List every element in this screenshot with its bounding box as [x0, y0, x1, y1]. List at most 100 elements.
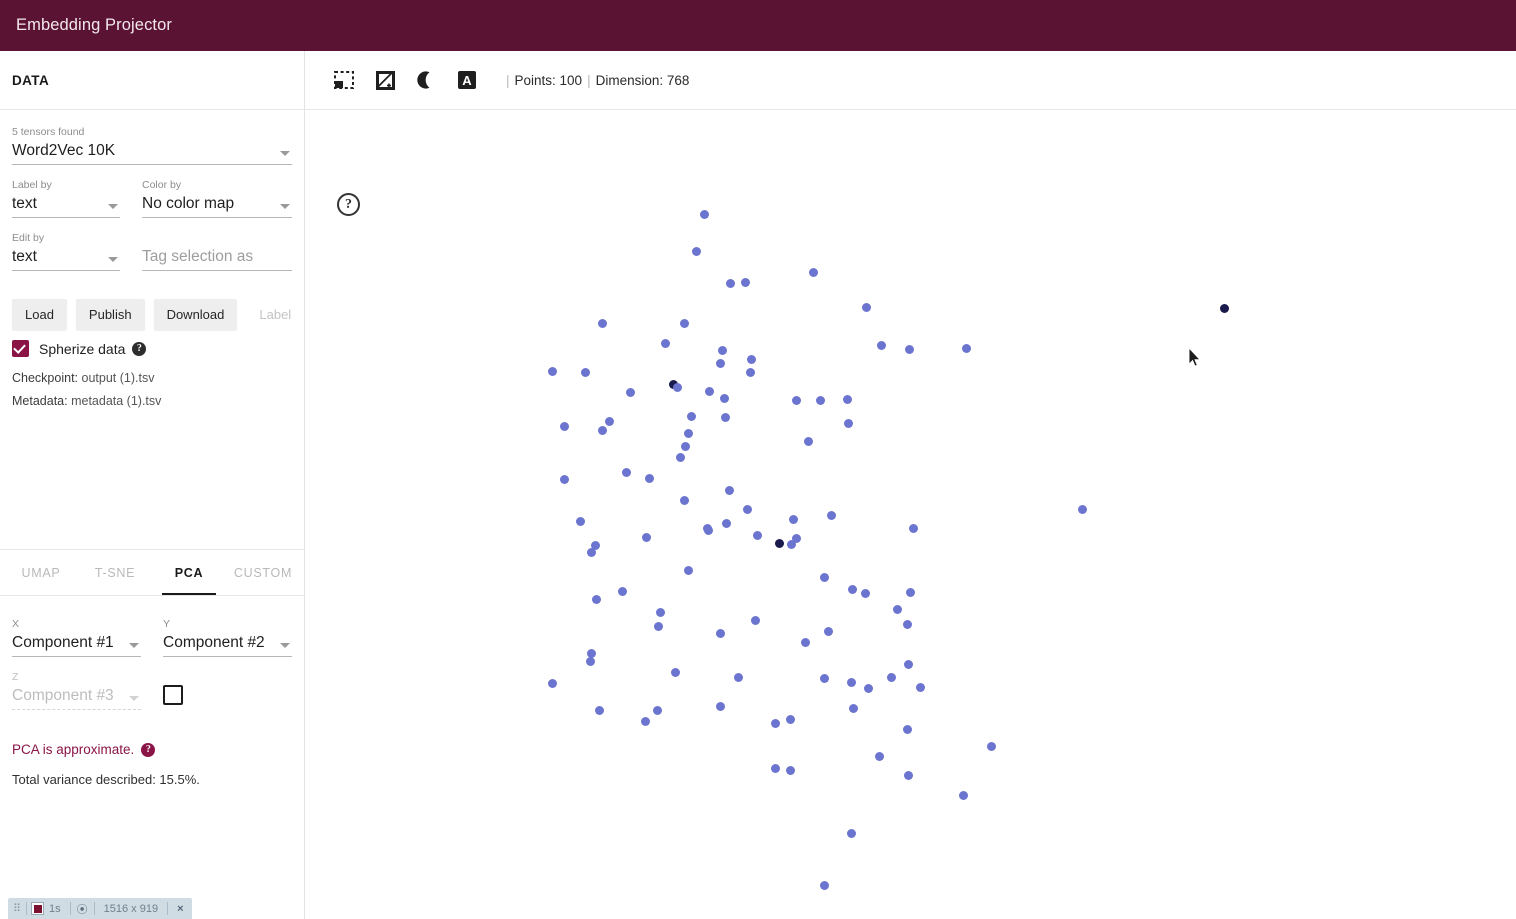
scatter-point[interactable]: [715, 628, 725, 638]
scatter-point[interactable]: [733, 672, 743, 682]
scatter-point[interactable]: [717, 345, 727, 355]
scatter-point[interactable]: [604, 416, 614, 426]
scatter-point[interactable]: [699, 209, 709, 219]
tag-selection-input[interactable]: Tag selection as: [142, 246, 292, 271]
scatter-point[interactable]: [770, 718, 780, 728]
scatter-point[interactable]: [719, 393, 729, 403]
scatter-point[interactable]: [861, 302, 871, 312]
scatter-point[interactable]: [585, 656, 595, 666]
scatter-point[interactable]: [679, 318, 689, 328]
scatter-point[interactable]: [808, 267, 818, 277]
scatter-point[interactable]: [903, 770, 913, 780]
close-icon[interactable]: ×: [172, 903, 188, 915]
pca-z-checkbox[interactable]: [163, 685, 183, 705]
scatter-point[interactable]: [785, 714, 795, 724]
scatter-point[interactable]: [644, 473, 654, 483]
scatter-point[interactable]: [672, 382, 682, 392]
scatter-point[interactable]: [846, 677, 856, 687]
scatter-point[interactable]: [591, 594, 601, 604]
scatter-point[interactable]: [803, 436, 813, 446]
scatter-point[interactable]: [1077, 504, 1087, 514]
scatter-canvas[interactable]: ?: [305, 110, 1516, 919]
scatter-point[interactable]: [641, 532, 651, 542]
scatter-point[interactable]: [843, 418, 853, 428]
scatter-point[interactable]: [848, 703, 858, 713]
scatter-point[interactable]: [904, 344, 914, 354]
scatter-point[interactable]: [559, 474, 569, 484]
scatter-point[interactable]: [715, 701, 725, 711]
scatter-point[interactable]: [902, 619, 912, 629]
scatter-point[interactable]: [819, 673, 829, 683]
scatter-point[interactable]: [640, 716, 650, 726]
scatter-point[interactable]: [625, 387, 635, 397]
scatter-point[interactable]: [846, 828, 856, 838]
stop-record-icon[interactable]: [31, 902, 44, 915]
scatter-point[interactable]: [788, 514, 798, 524]
scatter-point[interactable]: [580, 367, 590, 377]
scatter-point[interactable]: [961, 343, 971, 353]
scatter-point[interactable]: [770, 763, 780, 773]
scatter-point[interactable]: [704, 386, 714, 396]
scatter-point[interactable]: [655, 607, 665, 617]
scatter-point[interactable]: [683, 565, 693, 575]
scatter-point[interactable]: [621, 467, 631, 477]
edit-by-select[interactable]: text: [12, 246, 120, 271]
tab-umap[interactable]: UMAP: [4, 550, 78, 595]
scatter-point[interactable]: [680, 441, 690, 451]
scatter-point[interactable]: [597, 318, 607, 328]
scatter-point[interactable]: [617, 586, 627, 596]
scatter-point[interactable]: [745, 367, 755, 377]
scatter-point[interactable]: [800, 637, 810, 647]
scatter-point[interactable]: [653, 621, 663, 631]
scatter-point[interactable]: [586, 547, 596, 557]
tab-tsne[interactable]: T-SNE: [78, 550, 152, 595]
pca-y-select[interactable]: Component #2: [163, 632, 292, 657]
scatter-point[interactable]: [683, 428, 693, 438]
scatter-point[interactable]: [721, 518, 731, 528]
scatter-point[interactable]: [746, 354, 756, 364]
scatter-point[interactable]: [597, 425, 607, 435]
pca-x-select[interactable]: Component #1: [12, 632, 141, 657]
brightness-tool[interactable]: [370, 66, 400, 94]
scatter-point[interactable]: [847, 584, 857, 594]
scatter-point[interactable]: [691, 246, 701, 256]
scatter-point[interactable]: [724, 485, 734, 495]
scatter-point[interactable]: [575, 516, 585, 526]
scatter-point[interactable]: [774, 538, 784, 548]
scatter-point[interactable]: [703, 525, 713, 535]
scatter-point[interactable]: [660, 338, 670, 348]
help-icon[interactable]: ?: [141, 742, 156, 757]
scatter-point[interactable]: [842, 394, 852, 404]
scatter-point[interactable]: [892, 604, 902, 614]
scatter-point[interactable]: [742, 504, 752, 514]
scatter-point[interactable]: [670, 667, 680, 677]
scatter-point[interactable]: [863, 683, 873, 693]
scatter-point[interactable]: [559, 421, 569, 431]
scatter-point[interactable]: [785, 765, 795, 775]
scatter-point[interactable]: [860, 588, 870, 598]
color-by-select[interactable]: No color map: [142, 193, 292, 218]
scatter-point[interactable]: [905, 587, 915, 597]
scatter-point[interactable]: [679, 495, 689, 505]
scatter-point[interactable]: [819, 572, 829, 582]
drag-grip-icon[interactable]: ⠿: [11, 902, 22, 915]
scatter-point[interactable]: [750, 615, 760, 625]
load-button[interactable]: Load: [12, 299, 67, 330]
tab-custom[interactable]: CUSTOM: [226, 550, 300, 595]
camera-icon[interactable]: ⦿: [75, 901, 90, 917]
scatter-point[interactable]: [902, 724, 912, 734]
scatter-point[interactable]: [740, 277, 750, 287]
help-icon[interactable]: ?: [132, 341, 147, 356]
scatter-point[interactable]: [652, 705, 662, 715]
scatter-point[interactable]: [908, 523, 918, 533]
scatter-point[interactable]: [826, 510, 836, 520]
scatter-point[interactable]: [819, 880, 829, 890]
help-icon[interactable]: ?: [337, 193, 360, 216]
scatter-point[interactable]: [986, 741, 996, 751]
scatter-point[interactable]: [786, 539, 796, 549]
label-by-select[interactable]: text: [12, 193, 120, 218]
publish-button[interactable]: Publish: [75, 299, 145, 330]
scatter-point[interactable]: [958, 790, 968, 800]
scatter-point[interactable]: [915, 682, 925, 692]
scatter-point[interactable]: [903, 659, 913, 669]
